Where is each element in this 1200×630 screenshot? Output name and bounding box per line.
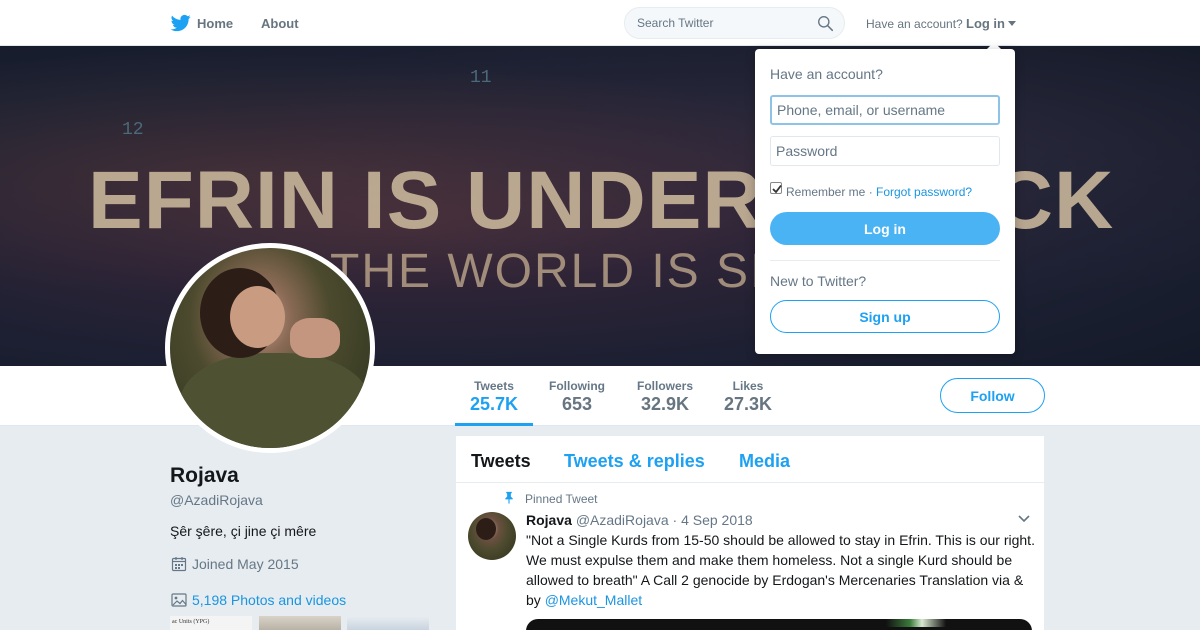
profile-handle[interactable]: @AzadiRojava bbox=[170, 492, 263, 508]
stat-tweets[interactable]: Tweets 25.7K bbox=[455, 366, 533, 426]
pinned-tweet-label: Pinned Tweet bbox=[525, 492, 598, 506]
signup-button[interactable]: Sign up bbox=[770, 300, 1000, 333]
username-field[interactable] bbox=[770, 95, 1000, 125]
stat-followers[interactable]: Followers 32.9K bbox=[628, 366, 702, 426]
twitter-bird-icon[interactable] bbox=[170, 13, 192, 33]
profile-avatar[interactable] bbox=[165, 243, 375, 453]
media-thumbnail[interactable] bbox=[347, 616, 429, 630]
stat-label: Tweets bbox=[474, 379, 514, 393]
chevron-down-icon[interactable] bbox=[1018, 514, 1030, 524]
stat-label: Likes bbox=[732, 379, 764, 393]
login-heading: Have an account? bbox=[770, 66, 883, 82]
thumbnail-caption: ac Units (YPG) bbox=[172, 619, 210, 625]
remember-me-label[interactable]: Remember me · bbox=[786, 185, 873, 199]
tweet-author-handle[interactable]: @AzadiRojava bbox=[576, 512, 669, 528]
tab-tweets-replies[interactable]: Tweets & replies bbox=[564, 451, 705, 472]
media-thumbnail[interactable]: ac Units (YPG) bbox=[170, 616, 252, 630]
stat-value: 653 bbox=[561, 394, 593, 414]
remember-me-checkbox[interactable] bbox=[770, 182, 782, 194]
have-account-text: Have an account? bbox=[866, 17, 963, 31]
forgot-password-link[interactable]: Forgot password? bbox=[876, 185, 972, 199]
tweet-avatar[interactable] bbox=[468, 512, 516, 560]
stat-label: Followers bbox=[636, 379, 693, 393]
follow-button[interactable]: Follow bbox=[940, 378, 1045, 413]
login-button[interactable]: Log in bbox=[770, 212, 1000, 245]
login-dropdown-toggle[interactable]: Log in bbox=[966, 16, 1005, 31]
stat-value: 25.7K bbox=[469, 394, 519, 414]
tweet-separator: · bbox=[672, 512, 678, 528]
tweet-text: "Not a Single Kurds from 15-50 should be… bbox=[526, 530, 1038, 610]
stat-value: 32.9K bbox=[640, 394, 690, 414]
login-dropdown: Have an account? Remember me · Forgot pa… bbox=[755, 49, 1015, 354]
tweet-header: Rojava @AzadiRojava · 4 Sep 2018 bbox=[526, 512, 753, 528]
pin-icon bbox=[505, 491, 513, 504]
photo-icon bbox=[171, 593, 187, 607]
banner-number: 11 bbox=[470, 68, 492, 88]
search-input[interactable] bbox=[637, 16, 807, 30]
tweet-date[interactable]: 4 Sep 2018 bbox=[681, 512, 753, 528]
profile-name[interactable]: Rojava bbox=[170, 464, 239, 488]
search-icon[interactable] bbox=[817, 15, 834, 32]
caret-down-icon[interactable] bbox=[1008, 21, 1016, 26]
checkmark-icon bbox=[772, 184, 782, 194]
avatar-photo bbox=[170, 248, 370, 448]
stat-value: 27.3K bbox=[723, 394, 773, 414]
profile-joined-date: Joined May 2015 bbox=[192, 556, 299, 572]
calendar-icon bbox=[171, 557, 187, 572]
nav-about-link[interactable]: About bbox=[261, 16, 299, 31]
nav-home-link[interactable]: Home bbox=[197, 16, 233, 31]
stat-following[interactable]: Following 653 bbox=[540, 366, 614, 426]
stat-label: Following bbox=[549, 379, 605, 393]
timeline-tabs: Tweets Tweets & replies Media bbox=[456, 436, 1044, 483]
tab-media[interactable]: Media bbox=[739, 451, 790, 472]
timeline: Tweets Tweets & replies Media Pinned Twe… bbox=[456, 436, 1044, 630]
photos-videos-link[interactable]: 5,198 Photos and videos bbox=[192, 592, 346, 608]
tweet-media[interactable] bbox=[526, 619, 1032, 630]
search-box[interactable] bbox=[624, 7, 845, 39]
tab-tweets[interactable]: Tweets bbox=[471, 451, 531, 472]
banner-number: 12 bbox=[122, 120, 144, 140]
tweet-mention-link[interactable]: @Mekut_Mallet bbox=[545, 592, 642, 608]
stat-likes[interactable]: Likes 27.3K bbox=[714, 366, 782, 426]
media-thumbnail[interactable] bbox=[259, 616, 341, 630]
profile-bio: Şêr şêre, çi jine çi mêre bbox=[170, 523, 317, 539]
top-navigation: Home About Have an account? Log in bbox=[0, 0, 1200, 46]
divider bbox=[770, 260, 1000, 261]
tweet-author-name[interactable]: Rojava bbox=[526, 512, 572, 528]
new-to-twitter-text: New to Twitter? bbox=[770, 273, 867, 289]
password-field[interactable] bbox=[770, 136, 1000, 166]
